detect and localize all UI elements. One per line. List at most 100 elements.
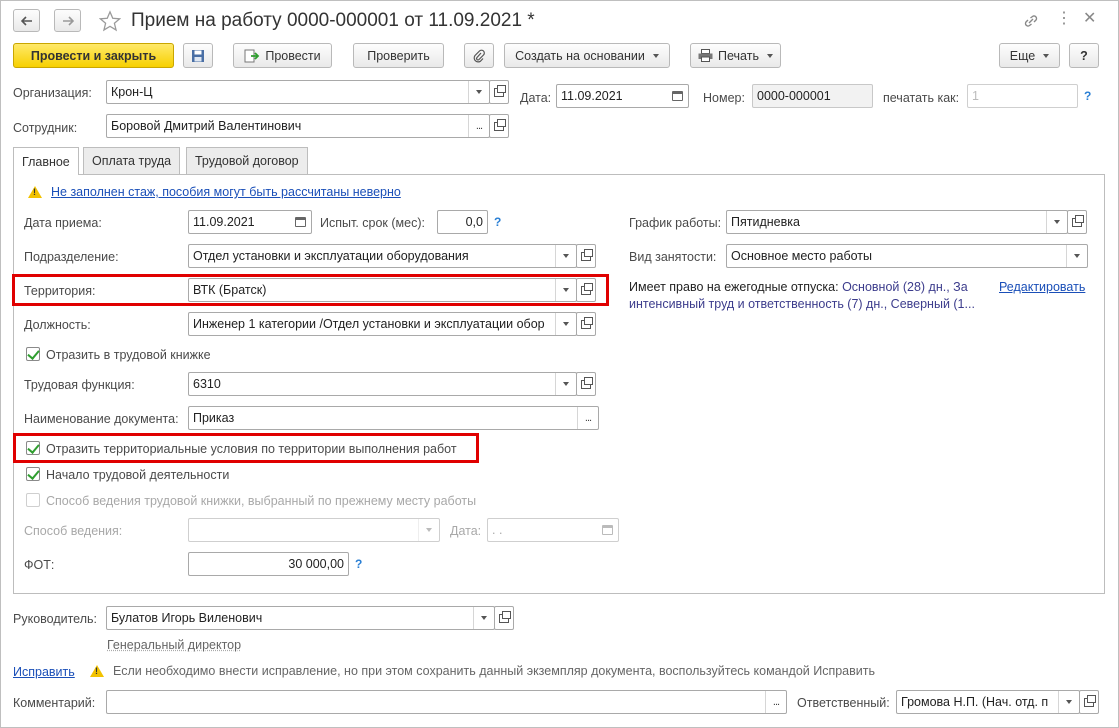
post-button[interactable]: Провести [233,43,332,68]
labor-function-open-button[interactable] [576,372,596,396]
chevron-down-icon [766,53,773,58]
responsible-field[interactable]: Громова Н.П. (Нач. отд. п [896,690,1080,714]
comment-select-button[interactable]: ... [765,691,786,713]
position-field[interactable]: Инженер 1 категории /Отдел установки и э… [188,312,577,336]
open-form-icon [581,282,593,295]
tab-main[interactable]: Главное [13,147,79,175]
experience-warning-link[interactable]: Не заполнен стаж, пособия могут быть рас… [51,185,401,199]
create-based-on-button[interactable]: Создать на основании [504,43,670,68]
open-form-icon [499,610,511,623]
responsible-dropdown[interactable] [1058,691,1079,713]
doc-name-select-button[interactable]: ... [577,407,598,429]
check-button[interactable]: Проверить [353,43,444,68]
probation-value: 0,0 [465,215,483,229]
labor-function-dropdown[interactable] [555,373,576,395]
employment-type-field[interactable]: Основное место работы [726,244,1088,268]
post-and-close-button[interactable]: Провести и закрыть [13,43,174,68]
department-field[interactable]: Отдел установки и эксплуатации оборудова… [188,244,577,268]
schedule-open-button[interactable] [1067,210,1087,234]
department-open-button[interactable] [576,244,596,268]
more-dots-icon[interactable]: ⋮ [1056,9,1072,29]
organization-field[interactable]: Крон-Ц [106,80,490,104]
chevron-down-icon [481,616,487,620]
comment-field[interactable]: ... [106,690,787,714]
tab-payment[interactable]: Оплата труда [83,147,181,174]
territory-field[interactable]: ВТК (Братск) [188,278,577,302]
method-label: Способ ведения: [24,524,123,538]
organization-open-button[interactable] [489,80,509,104]
schedule-value: Пятидневка [731,215,800,229]
probation-help-icon[interactable]: ? [494,215,501,229]
probation-field[interactable]: 0,0 [437,210,488,234]
post-button-label: Провести [265,48,321,63]
chevron-down-icon [563,254,569,258]
more-button[interactable]: Еще [999,43,1060,68]
labor-start-checkbox[interactable] [26,467,40,481]
organization-dropdown[interactable] [468,81,489,103]
employee-select-button[interactable]: ... [468,115,489,137]
schedule-field[interactable]: Пятидневка [726,210,1068,234]
help-button[interactable]: ? [1069,43,1099,68]
labor-function-field[interactable]: 6310 [188,372,577,396]
forward-button[interactable] [54,9,81,32]
calendar-icon [601,525,613,535]
method-date-field[interactable]: . . [487,518,619,542]
method-dropdown[interactable] [418,519,439,541]
link-icon[interactable] [1022,12,1040,30]
territory-open-button[interactable] [576,278,596,302]
date-calendar-button[interactable] [666,85,688,107]
department-dropdown[interactable] [555,245,576,267]
employee-value: Боровой Дмитрий Валентинович [111,119,302,133]
schedule-dropdown[interactable] [1046,211,1067,233]
fot-help-icon[interactable]: ? [355,557,362,571]
employee-field[interactable]: Боровой Дмитрий Валентинович ... [106,114,490,138]
manager-position[interactable]: Генеральный директор [107,638,241,652]
open-form-icon [581,248,593,261]
employee-open-button[interactable] [489,114,509,138]
territory-label: Территория: [24,284,96,298]
method-field[interactable] [188,518,440,542]
employment-type-label: Вид занятости: [629,250,717,264]
open-form-icon [1072,214,1084,227]
tab-contract[interactable]: Трудовой договор [186,147,308,174]
vacation-prefix: Имеет право на ежегодные отпуска: [629,280,839,294]
doc-name-field[interactable]: Приказ ... [188,406,599,430]
position-open-button[interactable] [576,312,596,336]
star-icon[interactable] [99,10,121,32]
comment-label: Комментарий: [13,696,96,710]
back-button[interactable] [13,9,40,32]
labor-start-label: Начало трудовой деятельности [46,468,230,482]
print-button[interactable]: Печать [690,43,781,68]
manager-dropdown[interactable] [473,607,494,629]
fix-link[interactable]: Исправить [13,665,75,679]
vacation-edit-link[interactable]: Редактировать [999,280,1085,294]
manager-open-button[interactable] [494,606,514,630]
ellipsis-icon: ... [584,412,592,424]
fot-field[interactable]: 30 000,00 [188,552,349,576]
position-dropdown[interactable] [555,313,576,335]
hire-date-field[interactable]: 11.09.2021 [188,210,312,234]
territory-dropdown[interactable] [555,279,576,301]
responsible-open-button[interactable] [1079,690,1099,714]
close-icon[interactable]: ✕ [1083,9,1096,29]
print-as-help-icon[interactable]: ? [1084,89,1091,103]
chevron-down-icon [426,528,432,532]
book-method-checkbox[interactable] [26,493,40,507]
save-button[interactable] [183,43,213,68]
print-as-field[interactable]: 1 [967,84,1078,108]
hire-date-calendar-button[interactable] [289,211,311,233]
date-field[interactable]: 11.09.2021 [556,84,689,108]
method-date-calendar-button[interactable] [596,519,618,541]
department-label: Подразделение: [24,250,119,264]
manager-field[interactable]: Булатов Игорь Виленович [106,606,495,630]
number-field[interactable]: 0000-000001 [752,84,873,108]
probation-label: Испыт. срок (мес): [320,216,425,230]
hire-date-label: Дата приема: [24,216,102,230]
employment-type-dropdown[interactable] [1066,245,1087,267]
attach-button[interactable] [464,43,494,68]
workbook-checkbox[interactable] [26,347,40,361]
territorial-conditions-checkbox[interactable] [26,441,40,455]
manager-label: Руководитель: [13,612,98,626]
window-title: Прием на работу 0000-000001 от 11.09.202… [131,10,535,31]
print-button-label: Печать [718,48,759,63]
